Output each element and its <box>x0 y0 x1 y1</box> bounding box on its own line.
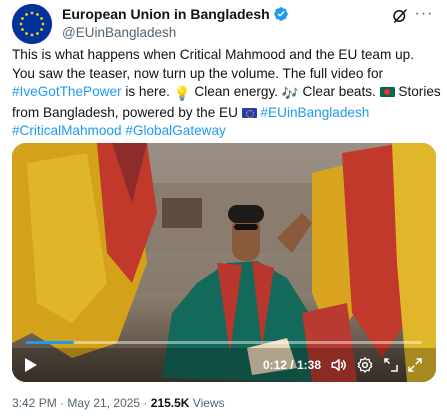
meta-separator: · <box>140 396 151 410</box>
play-icon[interactable] <box>24 357 38 373</box>
tweet-text-segment: Stories <box>394 84 441 99</box>
verified-badge-icon <box>273 7 288 21</box>
tweet-line-4: from Bangladesh, powered by the EU #EUin… <box>12 104 438 123</box>
video-player[interactable]: 0:12 / 1:38 <box>12 143 436 382</box>
volume-icon[interactable] <box>330 356 348 374</box>
hashtag-globalgateway[interactable]: #GlobalGateway <box>125 123 226 138</box>
picture-in-picture-icon[interactable] <box>382 356 400 374</box>
fullscreen-icon[interactable] <box>406 356 424 374</box>
tweet-line-2: You saw the teaser, now turn up the volu… <box>12 65 384 81</box>
hashtag-criticalmahmood[interactable]: #CriticalMahmood <box>12 123 122 138</box>
settings-icon[interactable] <box>356 356 374 374</box>
tweet-text-segment: from Bangladesh, powered by the EU <box>12 104 242 120</box>
tweet-line-5: #CriticalMahmood #GlobalGateway <box>12 122 438 141</box>
avatar[interactable] <box>12 4 52 44</box>
video-controls: 0:12 / 1:38 <box>12 348 436 382</box>
tweet-text-segment: Clear beats. <box>298 84 380 99</box>
video-time: 0:12 / 1:38 <box>262 358 321 372</box>
tweet-text-segment: Clean energy. <box>190 84 282 99</box>
views-count: 215.5K <box>150 396 190 410</box>
music-notes-icon: 🎶 <box>281 86 299 101</box>
tweet-text-segment: is here. <box>121 84 174 99</box>
name-row: European Union in Bangladesh <box>62 6 289 22</box>
views-label: Views <box>189 396 225 410</box>
more-icon[interactable]: ··· <box>413 6 435 25</box>
tweet-meta: 3:42 PM · May 21, 2025 · 215.5K Views <box>12 396 225 410</box>
video-progress-bar[interactable] <box>26 341 422 344</box>
video-progress-fill <box>26 341 75 344</box>
tweet-line-3: #IveGotThePower is here. 💡 Clean energy.… <box>12 83 441 104</box>
tweet-line-1: This is what happens when Critical Mahmo… <box>12 47 414 62</box>
hashtag-ivegotthepower[interactable]: #IveGotThePower <box>12 84 122 99</box>
author-display-name[interactable]: European Union in Bangladesh <box>62 6 270 22</box>
tweet-date[interactable]: May 21, 2025 <box>67 396 140 410</box>
video-frame <box>12 143 436 382</box>
tweet-header: European Union in Bangladesh @EUinBangla… <box>12 4 435 44</box>
bangladesh-flag-icon <box>379 87 395 97</box>
grok-icon[interactable] <box>391 7 409 25</box>
lightbulb-icon: 💡 <box>173 86 191 101</box>
eu-flag-icon <box>241 107 257 118</box>
meta-separator: · <box>56 396 68 410</box>
author-handle[interactable]: @EUinBangladesh <box>62 25 176 40</box>
hashtag-euinbangladesh[interactable]: #EUinBangladesh <box>261 105 370 120</box>
tweet-time[interactable]: 3:42 PM <box>12 396 57 410</box>
tweet-text: This is what happens when Critical Mahmo… <box>12 46 441 141</box>
